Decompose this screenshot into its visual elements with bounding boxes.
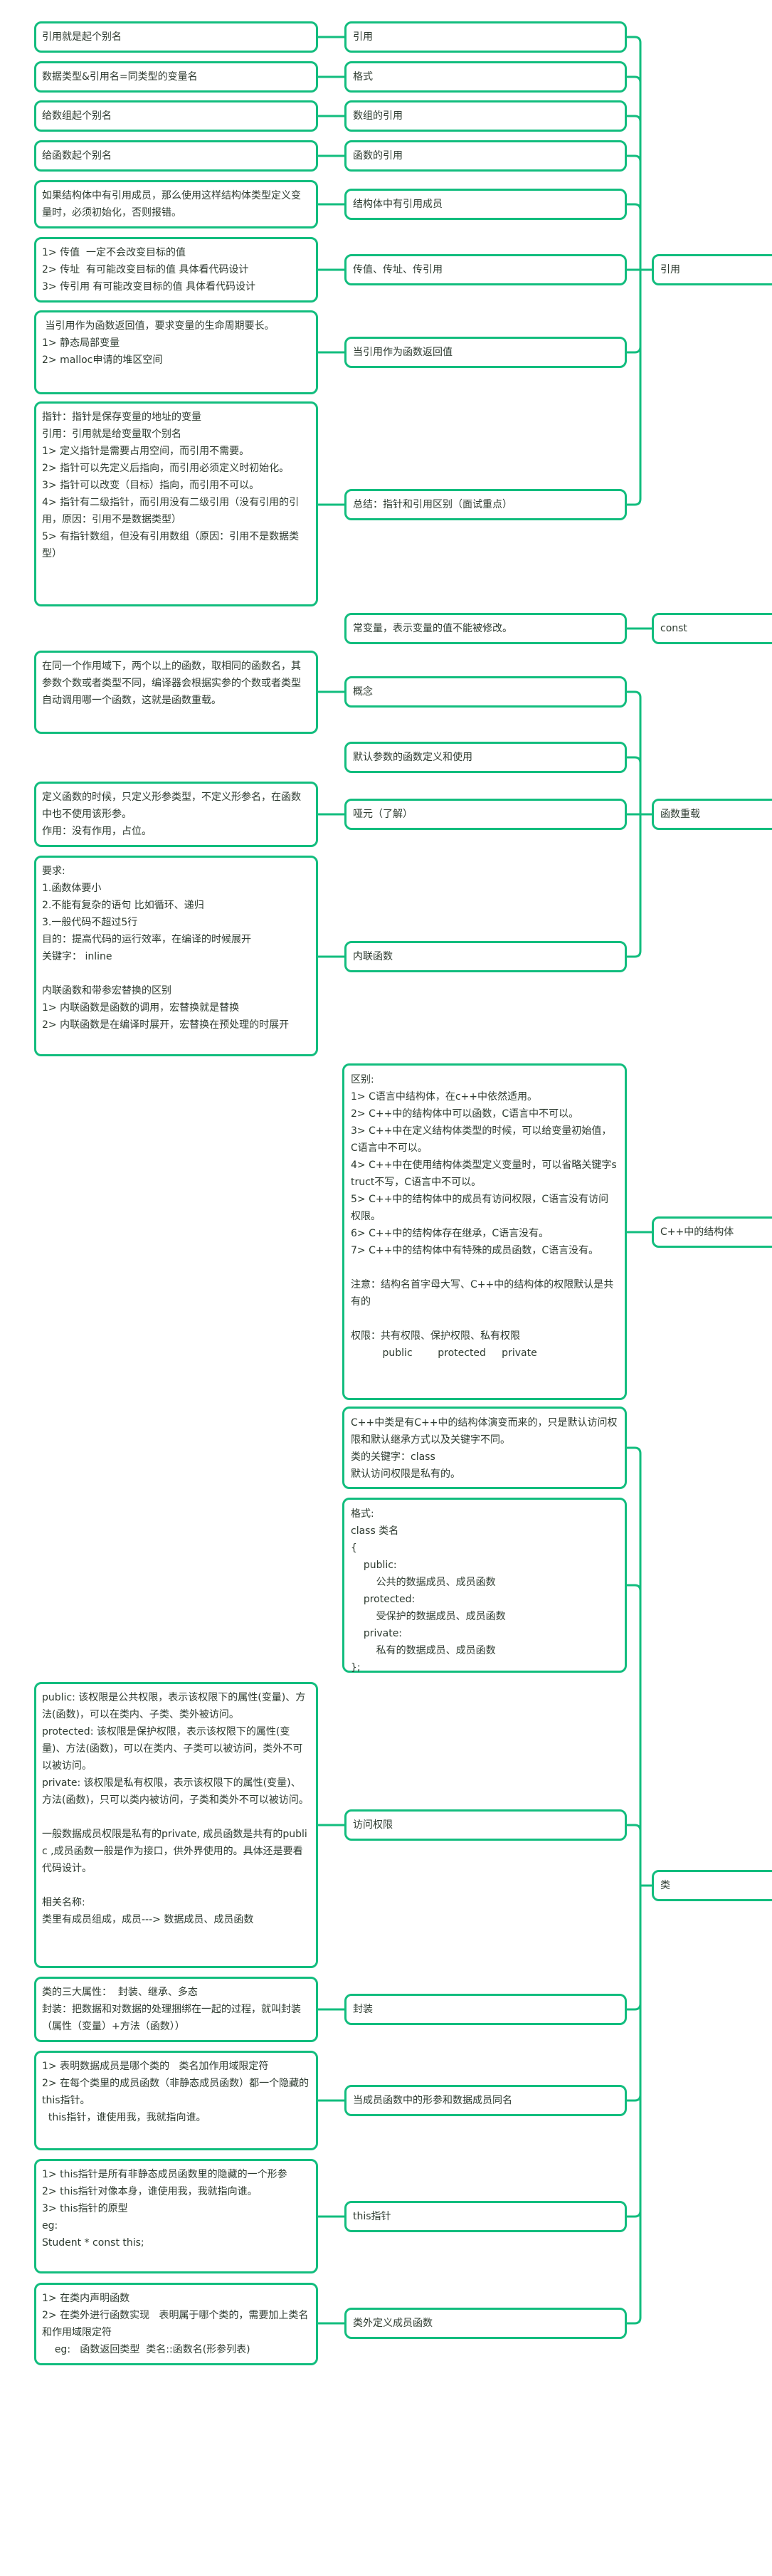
branch-node-const[interactable]: const <box>652 613 772 644</box>
note-box[interactable]: 类的三大属性： 封装、继承、多态 封装：把数据和对数据的处理捆绑在一起的过程，就… <box>34 1977 318 2042</box>
branch-node-reference[interactable]: 引用 <box>652 254 772 285</box>
topic-label: 概念 <box>353 686 373 698</box>
note-box[interactable]: 1> this指针是所有非静态成员函数里的隐藏的一个形参 2> this指针对像… <box>34 2159 318 2273</box>
topic-node[interactable]: 格式 <box>344 61 627 93</box>
note-box[interactable]: 1> 在类内声明函数 2> 在类外进行函数实现 表明属于哪个类的，需要加上类名和… <box>34 2283 318 2365</box>
branch-label: const <box>660 623 687 634</box>
connector <box>627 1824 642 1831</box>
topic-label: this指针 <box>353 2211 391 2222</box>
connector <box>627 1446 642 1454</box>
connector <box>627 2317 642 2325</box>
topic-label: 函数的引用 <box>353 150 403 162</box>
topic-node[interactable]: 数组的引用 <box>344 100 627 132</box>
branch-label: 引用 <box>660 264 680 275</box>
connector <box>627 2003 642 2011</box>
topic-label: 当成员函数中的形参和数据成员同名 <box>353 2095 512 2106</box>
connector <box>627 756 642 764</box>
note-box[interactable]: 1> 表明数据成员是哪个类的 类名加作用域限定符 2> 在每个类里的成员函数（非… <box>34 2051 318 2150</box>
topic-label: 引用 <box>353 31 373 43</box>
connector <box>627 346 642 354</box>
connector <box>627 950 642 958</box>
connector <box>627 2210 642 2218</box>
topic-node[interactable]: 内联函数 <box>344 941 627 972</box>
branch-label: C++中的结构体 <box>660 1226 734 1238</box>
connector <box>627 115 642 122</box>
connector <box>627 690 642 698</box>
topic-node[interactable]: this指针 <box>344 2201 627 2232</box>
connector <box>627 2094 642 2102</box>
connector <box>627 1584 642 1592</box>
topic-node[interactable]: 类外定义成员函数 <box>344 2308 627 2339</box>
topic-node[interactable]: 访问权限 <box>344 1809 627 1841</box>
note-box[interactable]: 指针：指针是保存变量的地址的变量 引用：引用就是给变量取个别名 1> 定义指针是… <box>34 401 318 606</box>
note-box[interactable]: 引用就是起个别名 <box>34 21 318 53</box>
note-box[interactable]: 1> 传值 一定不会改变目标的值 2> 传址 有可能改变目标的值 具体看代码设计… <box>34 237 318 303</box>
branch-node-function-overloading[interactable]: 函数重载 <box>652 799 772 830</box>
topic-node[interactable]: 当成员函数中的形参和数据成员同名 <box>344 2085 627 2116</box>
topic-node[interactable]: 概念 <box>344 676 627 708</box>
topic-node[interactable]: 引用 <box>344 21 627 53</box>
class-intro-box[interactable]: C++中类是有C++中的结构体演变而来的，只是默认访问权限和默认继承方式以及关键… <box>342 1407 627 1489</box>
topic-node[interactable]: 常变量，表示变量的值不能被修改。 <box>344 613 627 644</box>
note-box[interactable]: 定义函数的时候，只定义形参类型，不定义形参名，在函数中也不使用该形参。 作用：没… <box>34 782 318 847</box>
note-box[interactable]: public: 该权限是公共权限，表示该权限下的属性(变量)、方法(函数)，可以… <box>34 1682 318 1968</box>
struct-notes-box[interactable]: 区别: 1> C语言中结构体，在c++中依然适用。 2> C++中的结构体中可以… <box>342 1063 627 1400</box>
connector <box>627 36 642 43</box>
branch-label: 函数重载 <box>660 809 700 820</box>
note-box[interactable]: 在同一个作用域下，两个以上的函数，取相同的函数名，其参数个数或者类型不同，编译器… <box>34 651 318 734</box>
topic-label: 类外定义成员函数 <box>353 2318 433 2329</box>
topic-node[interactable]: 默认参数的函数定义和使用 <box>344 742 627 773</box>
topic-node[interactable]: 总结：指针和引用区别（面试重点） <box>344 489 627 520</box>
note-box[interactable]: 当引用作为函数返回值，要求变量的生命周期要长。 1> 静态局部变量 2> mal… <box>34 310 318 394</box>
topic-node[interactable]: 哑元（了解） <box>344 799 627 830</box>
branch-node-cpp-struct[interactable]: C++中的结构体 <box>652 1216 772 1248</box>
note-box[interactable]: 给函数起个别名 <box>34 140 318 172</box>
note-box[interactable]: 给数组起个别名 <box>34 100 318 132</box>
branch-node-class[interactable]: 类 <box>652 1870 772 1901</box>
topic-label: 封装 <box>353 2004 373 2015</box>
topic-label: 访问权限 <box>353 1819 393 1831</box>
branch-label: 类 <box>660 1880 670 1891</box>
note-box[interactable]: 要求: 1.函数体要小 2.不能有复杂的语句 比如循环、递归 3.一般代码不超过… <box>34 856 318 1056</box>
connector <box>627 154 642 162</box>
topic-node[interactable]: 传值、传址、传引用 <box>344 254 627 285</box>
topic-node[interactable]: 结构体中有引用成员 <box>344 189 627 220</box>
topic-node[interactable]: 封装 <box>344 1994 627 2025</box>
connector <box>627 203 642 211</box>
topic-label: 默认参数的函数定义和使用 <box>353 752 472 763</box>
topic-node[interactable]: 当引用作为函数返回值 <box>344 337 627 368</box>
class-format-box[interactable]: 格式: class 类名 { public: 公共的数据成员、成员函数 prot… <box>342 1498 627 1673</box>
topic-label: 总结：指针和引用区别（面试重点） <box>353 499 512 510</box>
topic-label: 数组的引用 <box>353 110 403 122</box>
topic-label: 传值、传址、传引用 <box>353 264 443 275</box>
topic-label: 常变量，表示变量的值不能被修改。 <box>353 623 512 634</box>
topic-label: 结构体中有引用成员 <box>353 199 443 210</box>
note-box[interactable]: 数据类型&引用名=同类型的变量名 <box>34 61 318 93</box>
topic-label: 哑元（了解） <box>353 809 413 820</box>
topic-node[interactable]: 函数的引用 <box>344 140 627 172</box>
topic-label: 当引用作为函数返回值 <box>353 347 453 358</box>
connector <box>627 498 642 506</box>
topic-label: 格式 <box>353 71 373 83</box>
topic-label: 内联函数 <box>353 951 393 962</box>
connector <box>627 75 642 83</box>
note-box[interactable]: 如果结构体中有引用成员，那么使用这样结构体类型定义变量时，必须初始化，否则报错。 <box>34 180 318 228</box>
